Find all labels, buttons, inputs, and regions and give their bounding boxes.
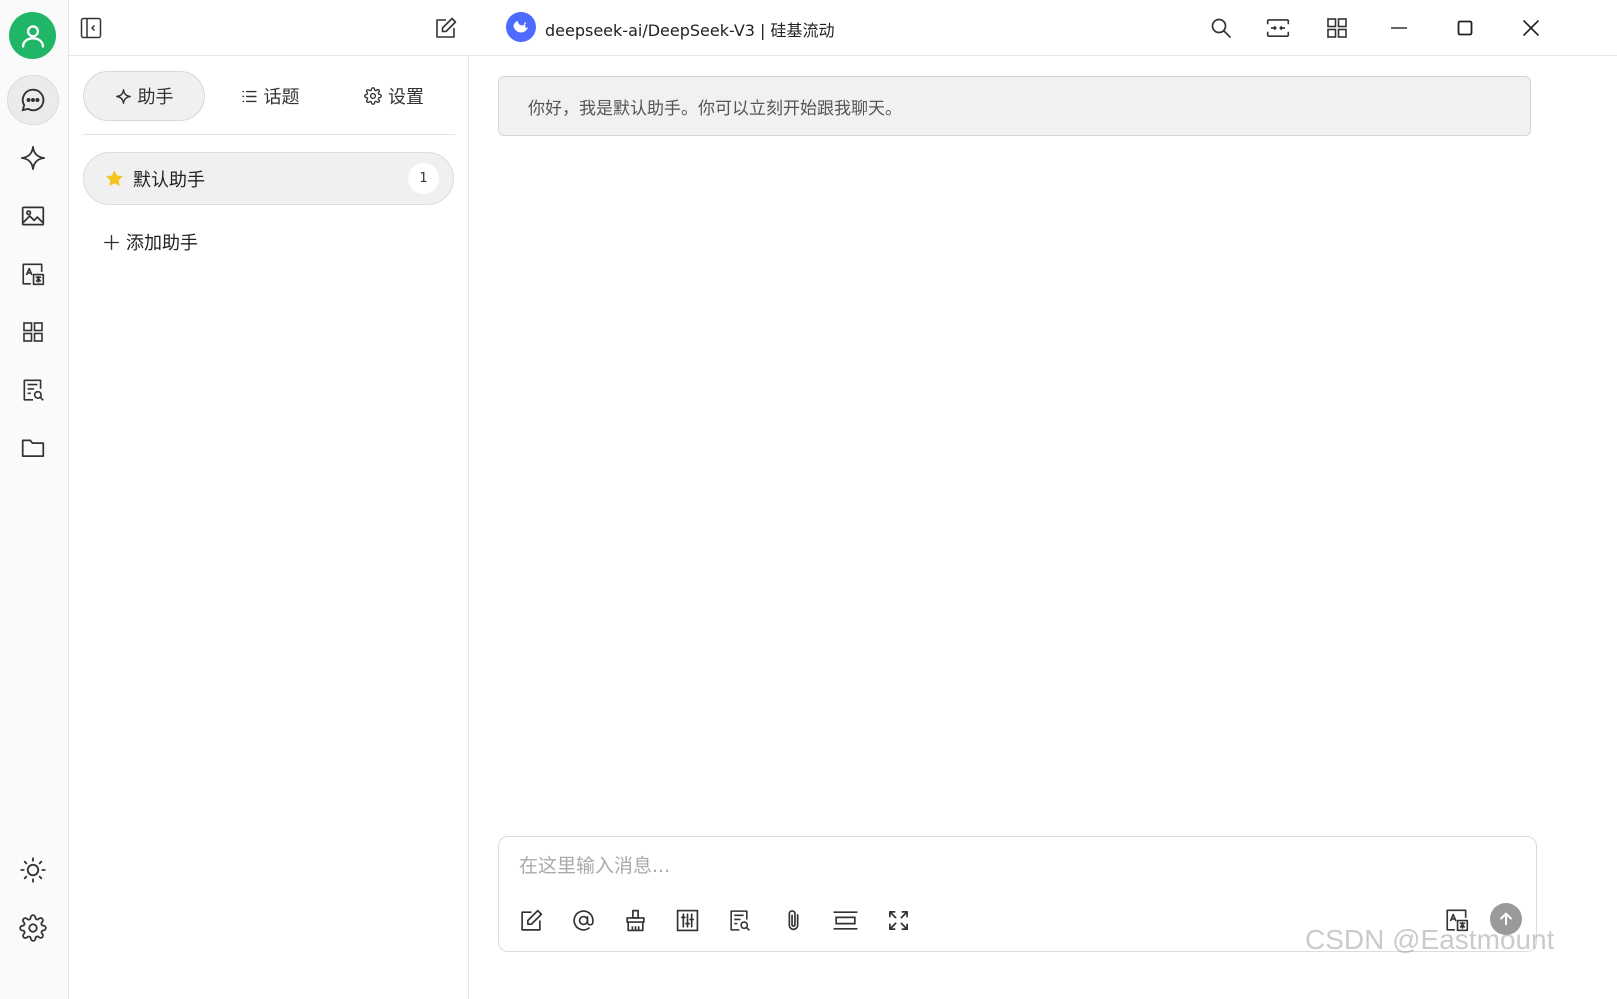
mention-icon [571,908,596,933]
add-assistant-button[interactable]: 添加助手 [103,229,198,255]
title-bar: deepseek-ai/DeepSeek-V3 | 硅基流动 [69,0,1617,56]
star-icon [104,168,125,189]
theme-sun-icon [19,856,47,884]
settings-sliders-button[interactable] [669,902,705,938]
minapp-grid-icon [1325,16,1349,40]
app-window: deepseek-ai/DeepSeek-V3 | 硅基流动 助手 话题 设置 … [0,0,1617,999]
minimize-icon [1389,18,1409,38]
maximize-button[interactable] [1447,10,1483,46]
search-icon [1209,16,1233,40]
tab-settings[interactable]: 设置 [333,71,455,121]
maximize-icon [1455,18,1475,38]
translate-icon [20,261,46,287]
chat-area: 你好，我是默认助手。你可以立刻开始跟我聊天。 [470,57,1617,999]
deepseek-logo-icon [506,12,536,42]
minimize-button[interactable] [1381,10,1417,46]
add-assistant-label: 添加助手 [126,233,198,254]
watermark: CSDN @Eastmount [1305,924,1555,955]
nav-rail [0,0,69,999]
tab-assistants-label: 助手 [137,87,174,108]
narrow-mode-icon [1265,15,1291,41]
settings-gear-icon [19,914,47,942]
sparkle-icon [115,88,132,105]
knowledge-search-icon [727,908,752,933]
new-topic-tool-button[interactable] [513,902,549,938]
folder-icon [20,435,46,461]
rail-settings-button[interactable] [7,903,59,953]
sidebar-toggle-icon [79,16,103,40]
plus-icon [103,234,120,251]
knowledge-search-button[interactable] [721,902,757,938]
list-icon [241,88,258,105]
greeting-message: 你好，我是默认助手。你可以立刻开始跟我聊天。 [498,76,1531,136]
clear-messages-button[interactable] [617,902,653,938]
tab-assistants[interactable]: 助手 [83,71,205,121]
message-input[interactable] [519,851,1419,881]
sparkle-icon [19,144,47,172]
minapp-button[interactable] [1319,10,1355,46]
attachment-icon [781,908,806,933]
apps-grid-icon [21,320,45,344]
tab-topics[interactable]: 话题 [209,71,331,121]
image-icon [20,203,46,229]
settings-sliders-icon [675,908,700,933]
search-button[interactable] [1203,10,1239,46]
new-topic-button[interactable] [428,10,464,46]
rail-files-button[interactable] [7,423,59,473]
knowledge-icon [20,377,46,403]
rail-theme-button[interactable] [7,845,59,895]
tab-topics-label: 话题 [263,87,300,108]
context-divider-button[interactable] [827,902,863,938]
context-divider-icon [832,908,859,933]
rail-apps-button[interactable] [7,307,59,357]
close-icon [1521,18,1541,38]
panel-tabs: 助手 话题 设置 [83,71,455,135]
rail-agents-button[interactable] [7,133,59,183]
chat-icon [19,86,47,114]
assistant-name: 默认助手 [133,169,205,191]
rail-chat-button[interactable] [7,75,59,125]
assistant-panel: 助手 话题 设置 默认助手 1 添加助手 [69,57,469,999]
rail-paintings-button[interactable] [7,191,59,241]
rail-knowledge-button[interactable] [7,365,59,415]
user-avatar[interactable] [9,12,56,59]
expand-icon [887,909,910,932]
narrow-mode-button[interactable] [1260,10,1296,46]
topic-count-badge: 1 [408,163,439,194]
gear-icon [364,87,382,105]
sidebar-toggle-button[interactable] [73,10,109,46]
rail-translate-button[interactable] [7,249,59,299]
new-topic-icon [519,908,544,933]
close-button[interactable] [1513,10,1549,46]
assistant-item-default[interactable]: 默认助手 1 [83,152,454,205]
attachment-button[interactable] [775,902,811,938]
tab-settings-label: 设置 [388,87,424,108]
new-topic-icon [434,16,458,40]
model-title[interactable]: deepseek-ai/DeepSeek-V3 | 硅基流动 [545,17,835,41]
mention-model-button[interactable] [565,902,601,938]
expand-input-button[interactable] [880,902,916,938]
clear-broom-icon [623,908,648,933]
